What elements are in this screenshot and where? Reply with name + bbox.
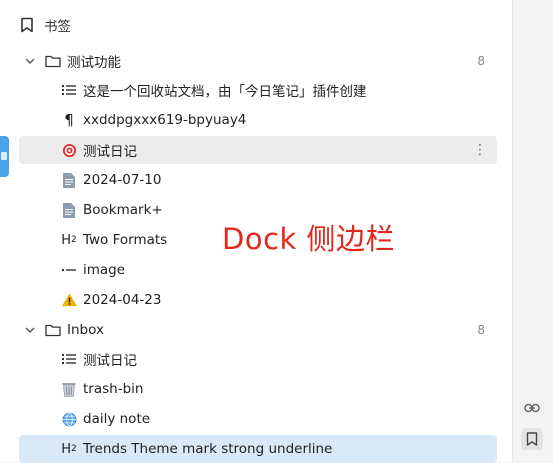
bookmark-panel: 书签 测试功能 8 这是一个回收站文档，由「今日笔记」插件创建 ¶ xxddpg… <box>12 0 513 463</box>
heading2-icon: H2 <box>61 232 77 248</box>
document-icon <box>61 202 77 218</box>
bookmark-item[interactable]: ¶ xxddpgxxx619-bpyuay4 <box>19 106 497 134</box>
panel-header: 书签 <box>20 12 71 38</box>
bookmark-label: Two Formats <box>83 232 168 248</box>
bookmark-label: 2024-04-23 <box>83 292 162 308</box>
document-icon <box>61 172 77 188</box>
bookmark-label: 测试日记 <box>83 144 137 160</box>
globe-emoji-icon <box>61 411 77 427</box>
trash-emoji-icon <box>61 381 77 397</box>
bookmark-label: 这是一个回收站文档，由「今日笔记」插件创建 <box>83 84 367 100</box>
chevron-down-icon[interactable] <box>23 58 37 64</box>
bookmark-item[interactable]: trash-bin <box>19 375 497 403</box>
more-options-icon[interactable]: ⋮ <box>473 143 487 157</box>
group-count: 8 <box>477 54 485 68</box>
bookmark-item[interactable]: 测试日记 ⋮ <box>19 136 497 164</box>
target-emoji-icon <box>61 142 77 158</box>
warning-emoji-icon <box>61 292 77 308</box>
bookmark-item[interactable]: image <box>19 256 497 284</box>
group-count: 8 <box>477 323 485 337</box>
bookmark-item[interactable]: H2 Trends Theme mark strong underline <box>19 435 497 463</box>
group-row-inbox[interactable]: Inbox 8 <box>19 316 497 344</box>
group-label: 测试功能 <box>67 55 121 71</box>
folder-icon <box>45 53 61 69</box>
link-icon[interactable] <box>521 397 543 419</box>
bookmark-item[interactable]: 2024-04-23 <box>19 286 497 314</box>
heading2-icon: H2 <box>61 441 77 457</box>
dock-sidebar-overlay-label: Dock 侧边栏 <box>222 222 396 256</box>
bookmark-dock-icon[interactable] <box>521 428 543 450</box>
bookmark-item[interactable]: daily note <box>19 405 497 433</box>
bookmark-icon <box>21 17 33 33</box>
bookmark-label: 2024-07-10 <box>83 172 162 188</box>
paragraph-icon: ¶ <box>64 111 74 129</box>
bookmark-label: image <box>83 262 126 278</box>
bookmark-label: Bookmark+ <box>83 202 163 218</box>
list-icon <box>61 351 77 367</box>
dash-icon <box>61 262 77 278</box>
dock-expand-handle[interactable] <box>0 136 9 177</box>
bookmark-item[interactable]: 2024-07-10 <box>19 166 497 194</box>
group-label: Inbox <box>67 322 104 338</box>
folder-icon <box>45 322 61 338</box>
bookmark-item[interactable]: 测试日记 <box>19 345 497 373</box>
bookmark-label: Trends Theme mark strong underline <box>83 441 333 457</box>
panel-title: 书签 <box>44 19 71 35</box>
group-row-test-features[interactable]: 测试功能 8 <box>19 47 497 75</box>
bookmark-label: 测试日记 <box>83 353 137 369</box>
chevron-down-icon[interactable] <box>23 327 37 333</box>
bookmark-item[interactable]: 这是一个回收站文档，由「今日笔记」插件创建 <box>19 76 497 104</box>
bookmark-label: xxddpgxxx619-bpyuay4 <box>83 112 247 128</box>
bookmark-label: daily note <box>83 411 151 427</box>
list-icon <box>61 82 77 98</box>
bookmark-label: trash-bin <box>83 381 144 397</box>
